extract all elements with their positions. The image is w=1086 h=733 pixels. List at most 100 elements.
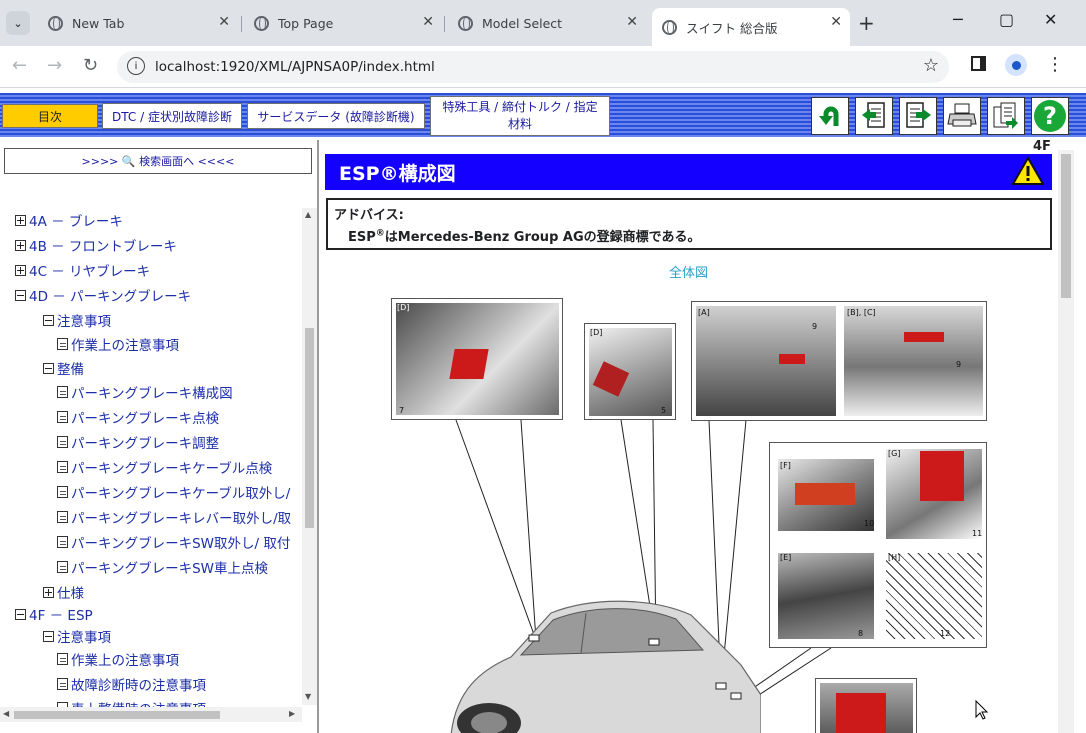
document-icon xyxy=(57,511,68,523)
service-data-button[interactable]: サービスデータ (故障診断機) xyxy=(247,103,425,129)
toc-item-4a[interactable]: 4A － ブレーキ xyxy=(15,210,123,230)
scroll-up-arrow-icon[interactable]: ▲ xyxy=(305,210,311,219)
photo-f-g-e-h: [F] [G] [E] [H] 10 11 8 12 xyxy=(769,442,987,648)
toc-item-4f-diag-cautions[interactable]: 故障診断時の注意事項 xyxy=(57,674,206,694)
search-screen-link[interactable]: >>>> 🔍 検索画面へ <<<< xyxy=(4,148,312,174)
close-tab-icon[interactable]: ✕ xyxy=(830,14,842,30)
collapse-icon[interactable] xyxy=(43,630,54,642)
copy-icon[interactable] xyxy=(987,97,1025,135)
new-tab-button[interactable]: + xyxy=(858,11,875,35)
next-page-icon[interactable] xyxy=(899,97,937,135)
toc-label: 整備 xyxy=(57,362,84,378)
scroll-down-arrow-icon[interactable]: ▼ xyxy=(305,692,311,701)
toc-item-4b[interactable]: 4B － フロントブレーキ xyxy=(15,235,177,255)
menu-kebab-icon[interactable]: ⋮ xyxy=(1046,54,1064,75)
toc-label: 4A － ブレーキ xyxy=(29,214,123,230)
toc-label: 4F － ESP xyxy=(29,608,93,624)
toc-label: 注意事項 xyxy=(57,630,111,646)
url-field[interactable]: i localhost:1920/XML/AJPNSA0P/index.html… xyxy=(117,51,949,83)
photo-label: [H] xyxy=(888,553,901,562)
document-icon xyxy=(57,561,68,573)
toc-item-4d-work-cautions[interactable]: 作業上の注意事項 xyxy=(57,334,179,354)
toc-label: パーキングブレーキ調整 xyxy=(71,436,220,452)
expand-icon[interactable] xyxy=(15,214,26,226)
content-vertical-scrollbar[interactable]: ▲ xyxy=(1058,150,1074,733)
close-tab-icon[interactable]: ✕ xyxy=(218,14,230,30)
tab-model-select[interactable]: Model Select ✕ xyxy=(448,8,646,38)
close-tab-icon[interactable]: ✕ xyxy=(626,14,638,30)
car-illustration xyxy=(450,600,761,733)
collapse-icon[interactable] xyxy=(15,608,26,620)
help-icon[interactable]: ? xyxy=(1031,97,1069,135)
document-icon xyxy=(57,461,68,473)
back-icon[interactable] xyxy=(811,97,849,135)
bookmark-star-icon[interactable]: ☆ xyxy=(923,55,939,76)
toc-item-4d[interactable]: 4D － パーキングブレーキ xyxy=(15,285,191,305)
profile-avatar-icon[interactable] xyxy=(1005,54,1027,76)
toc-item-4c[interactable]: 4C － リヤブレーキ xyxy=(15,260,150,280)
photo-label: [D] xyxy=(590,328,603,337)
tab-top-page[interactable]: Top Page ✕ xyxy=(244,8,442,38)
toc-button[interactable]: 目次 xyxy=(2,104,98,128)
tab-new-tab[interactable]: New Tab ✕ xyxy=(38,8,238,38)
document-icon xyxy=(57,678,68,690)
toc-item-pb-sw-check[interactable]: パーキングブレーキSW車上点検 xyxy=(57,557,268,577)
toc-item-pb-lever-remove[interactable]: パーキングブレーキレバー取外し/取 xyxy=(57,507,291,527)
callout-number: 11 xyxy=(972,529,983,538)
scroll-left-arrow-icon[interactable]: ◀ xyxy=(3,709,9,718)
chrome-icon xyxy=(48,15,63,31)
browser-tab-bar: ⌄ New Tab ✕ Top Page ✕ Model Select ✕ スイ… xyxy=(0,0,1086,46)
close-tab-icon[interactable]: ✕ xyxy=(422,14,434,30)
toc-item-4d-cautions[interactable]: 注意事項 xyxy=(43,310,111,330)
side-panel-icon[interactable] xyxy=(971,56,986,71)
scroll-right-arrow-icon[interactable]: ▶ xyxy=(289,709,295,718)
close-window-icon[interactable]: ✕ xyxy=(1044,10,1057,29)
forward-arrow-icon[interactable]: → xyxy=(47,55,62,76)
collapse-icon[interactable] xyxy=(43,314,54,326)
photo-label: [G] xyxy=(888,449,901,458)
expand-icon[interactable] xyxy=(15,239,26,251)
toc-item-4d-maintenance[interactable]: 整備 xyxy=(43,358,84,378)
tab-swift-manual[interactable]: スイフト 総合版 ✕ xyxy=(652,8,850,46)
site-info-icon[interactable]: i xyxy=(127,57,145,75)
scrollbar-thumb[interactable] xyxy=(305,328,314,528)
globe-icon xyxy=(254,15,269,31)
toc-label: パーキングブレーキ点検 xyxy=(71,411,220,427)
url-text: localhost:1920/XML/AJPNSA0P/index.html xyxy=(155,59,435,75)
toc-label: パーキングブレーキケーブル点検 xyxy=(71,461,273,477)
toc-item-pb-inspection[interactable]: パーキングブレーキ点検 xyxy=(57,407,219,427)
back-arrow-icon[interactable]: ← xyxy=(12,55,27,76)
toc-item-pb-sw-remove[interactable]: パーキングブレーキSW取外し/ 取付 xyxy=(57,532,290,552)
document-icon xyxy=(57,536,68,548)
print-icon[interactable] xyxy=(943,97,981,135)
tab-search-button[interactable]: ⌄ xyxy=(6,11,30,35)
scrollbar-thumb[interactable] xyxy=(14,711,220,719)
mouse-cursor-icon xyxy=(975,700,989,720)
toc-item-4f-cautions[interactable]: 注意事項 xyxy=(43,626,111,646)
sidebar-vertical-scrollbar[interactable]: ▲ ▼ xyxy=(302,208,317,705)
document-icon xyxy=(57,386,68,398)
expand-icon[interactable] xyxy=(15,264,26,276)
prev-page-icon[interactable] xyxy=(855,97,893,135)
toc-item-4d-spec[interactable]: 仕様 xyxy=(43,582,84,602)
maximize-icon[interactable]: ▢ xyxy=(999,10,1014,29)
toc-item-4f-work-cautions[interactable]: 作業上の注意事項 xyxy=(57,649,179,669)
collapse-icon[interactable] xyxy=(43,362,54,374)
photo-bottom xyxy=(815,678,917,733)
toc-item-pb-cable-inspect[interactable]: パーキングブレーキケーブル点検 xyxy=(57,457,272,477)
toc-label: 作業上の注意事項 xyxy=(71,338,179,354)
special-tools-button[interactable]: 特殊工具 / 締付トルク / 指定材料 xyxy=(430,96,610,136)
dtc-button[interactable]: DTC / 症状別故障診断 xyxy=(102,103,242,129)
expand-icon[interactable] xyxy=(43,586,54,598)
scrollbar-thumb[interactable] xyxy=(1061,154,1071,298)
reload-icon[interactable]: ↻ xyxy=(83,55,98,76)
toc-item-pb-diagram[interactable]: パーキングブレーキ構成図 xyxy=(57,382,233,402)
toc-item-pb-cable-remove[interactable]: パーキングブレーキケーブル取外し/ xyxy=(57,482,290,502)
toc-item-4f[interactable]: 4F － ESP xyxy=(15,604,93,624)
photo-a-bc: [A] [B], [C] 9 9 xyxy=(691,301,987,421)
minimize-icon[interactable]: ─ xyxy=(953,10,963,29)
collapse-icon[interactable] xyxy=(15,289,26,301)
sidebar-horizontal-scrollbar[interactable]: ◀ ▶ xyxy=(0,707,302,722)
toc-item-pb-adjust[interactable]: パーキングブレーキ調整 xyxy=(57,432,219,452)
photo-d-small: [D] 5 xyxy=(584,323,676,420)
